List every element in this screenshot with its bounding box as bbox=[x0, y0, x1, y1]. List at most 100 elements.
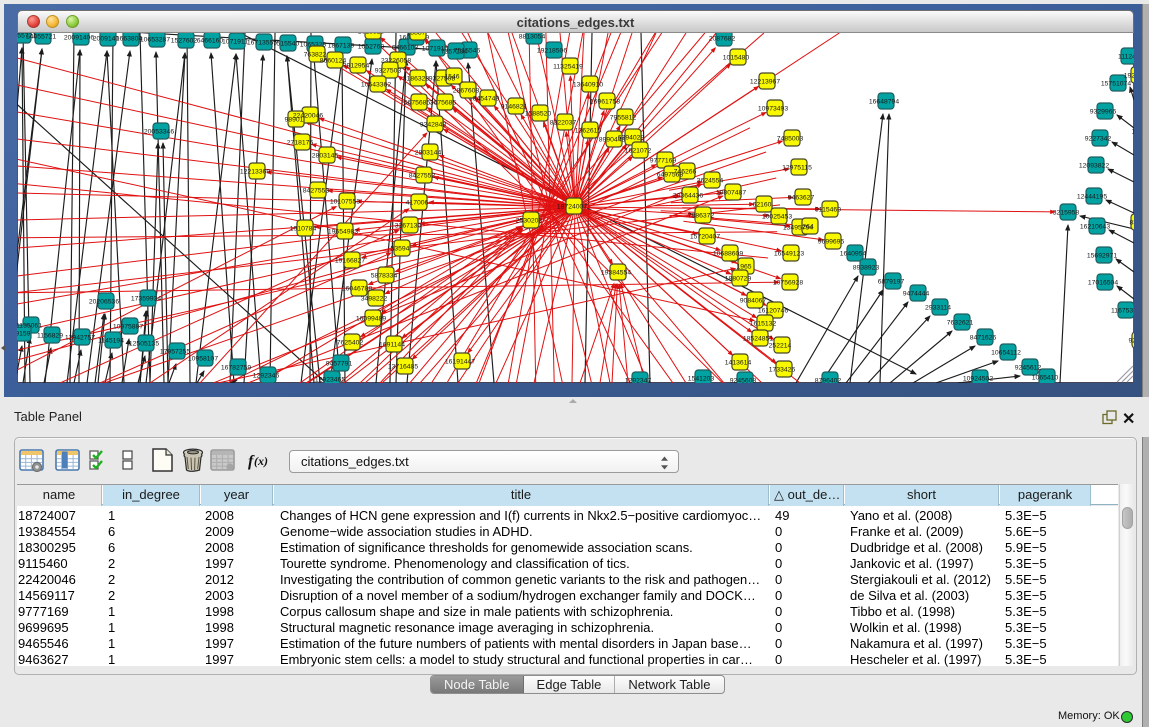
svg-text:1663804: 1663804 bbox=[116, 36, 143, 43]
svg-text:2933114: 2933114 bbox=[925, 305, 951, 312]
svg-text:15887: 15887 bbox=[407, 33, 426, 37]
svg-text:9699695: 9699695 bbox=[818, 239, 845, 246]
svg-text:12923465: 12923465 bbox=[315, 377, 345, 384]
svg-text:12444195: 12444195 bbox=[1077, 194, 1107, 201]
svg-text:1541203: 1541203 bbox=[688, 376, 715, 383]
svg-text:8427553: 8427553 bbox=[303, 188, 330, 195]
svg-text:12213369: 12213369 bbox=[240, 169, 270, 176]
svg-text:3624554: 3624554 bbox=[697, 178, 724, 185]
svg-text:1910784: 1910784 bbox=[290, 226, 317, 233]
svg-text:12942757: 12942757 bbox=[65, 335, 95, 342]
svg-text:417006: 417006 bbox=[406, 200, 429, 207]
svg-text:5675685: 5675685 bbox=[404, 100, 431, 107]
svg-text:9146821: 9146821 bbox=[501, 104, 528, 111]
svg-text:1867139: 1867139 bbox=[328, 43, 355, 50]
svg-text:1880729: 1880729 bbox=[725, 276, 752, 283]
svg-text:8186328: 8186328 bbox=[403, 76, 430, 83]
svg-text:1135061: 1135061 bbox=[17, 323, 42, 330]
svg-text:10025453: 10025453 bbox=[762, 214, 792, 221]
svg-text:3675685: 3675685 bbox=[430, 100, 457, 107]
svg-text:7955812: 7955812 bbox=[610, 115, 637, 122]
svg-text:2530203: 2530203 bbox=[516, 218, 543, 225]
svg-text:2718176: 2718176 bbox=[287, 140, 314, 147]
svg-text:10688609: 10688609 bbox=[713, 251, 743, 258]
svg-text:9327503: 9327503 bbox=[375, 68, 402, 75]
svg-text:7986372: 7986372 bbox=[688, 213, 715, 220]
svg-text:1527602: 1527602 bbox=[171, 38, 198, 45]
svg-text:3267130: 3267130 bbox=[395, 223, 422, 230]
svg-text:12975115: 12975115 bbox=[782, 165, 812, 172]
svg-text:8813054: 8813054 bbox=[519, 34, 546, 41]
svg-text:8454749: 8454749 bbox=[473, 96, 500, 103]
svg-text:6466103: 6466103 bbox=[392, 45, 419, 52]
svg-text:15751074: 15751074 bbox=[1101, 81, 1131, 88]
svg-text:9084067: 9084067 bbox=[740, 298, 767, 305]
svg-text:98901: 98901 bbox=[285, 117, 304, 124]
svg-text:10924502: 10924502 bbox=[963, 376, 993, 383]
svg-text:9115460: 9115460 bbox=[815, 207, 841, 214]
svg-text:12213967: 12213967 bbox=[750, 79, 780, 86]
svg-text:7357234: 7357234 bbox=[441, 49, 468, 56]
svg-text:1065410: 1065410 bbox=[1032, 375, 1059, 382]
svg-text:9329966: 9329966 bbox=[1090, 109, 1117, 116]
svg-text:16210643: 16210643 bbox=[1080, 224, 1110, 231]
svg-text:17957255: 17957255 bbox=[160, 349, 190, 356]
svg-text:6879197: 6879197 bbox=[878, 279, 905, 286]
svg-text:1156829: 1156829 bbox=[37, 333, 63, 340]
svg-text:(x): (x) bbox=[254, 454, 268, 468]
svg-text:15692971: 15692971 bbox=[1087, 253, 1117, 260]
svg-text:10107553: 10107553 bbox=[330, 199, 360, 206]
svg-text:8427552: 8427552 bbox=[409, 173, 436, 180]
svg-text:264: 264 bbox=[802, 224, 814, 231]
svg-text:10807487: 10807487 bbox=[716, 190, 746, 197]
svg-text:1640954: 1640954 bbox=[840, 251, 867, 258]
svg-text:5878334: 5878334 bbox=[371, 273, 398, 280]
svg-text:62160: 62160 bbox=[753, 202, 772, 209]
svg-text:8938923: 8938923 bbox=[853, 265, 880, 272]
svg-text:1071911: 1071911 bbox=[222, 39, 248, 46]
svg-text:8322037: 8322037 bbox=[550, 120, 577, 127]
svg-text:10543362: 10543362 bbox=[361, 82, 391, 89]
svg-text:13640910: 13640910 bbox=[573, 82, 603, 89]
svg-text:20091406: 20091406 bbox=[64, 35, 94, 42]
svg-text:1292346: 1292346 bbox=[253, 373, 280, 380]
svg-text:10756928: 10756928 bbox=[773, 280, 803, 287]
svg-text:7515540: 7515540 bbox=[273, 41, 300, 48]
svg-text:1292347: 1292347 bbox=[625, 378, 652, 384]
svg-text:1691144: 1691144 bbox=[379, 342, 405, 349]
svg-text:16782759: 16782759 bbox=[221, 365, 251, 372]
svg-text:14055721: 14055721 bbox=[26, 34, 56, 41]
svg-text:10973493: 10973493 bbox=[758, 106, 788, 113]
svg-text:12505135: 12505135 bbox=[129, 341, 159, 348]
svg-text:16549123: 16549123 bbox=[774, 251, 804, 258]
svg-text:1965: 1965 bbox=[736, 264, 751, 271]
svg-text:252214: 252214 bbox=[769, 343, 792, 350]
svg-text:1733426: 1733426 bbox=[769, 367, 796, 374]
svg-text:9457791: 9457791 bbox=[326, 361, 353, 368]
svg-text:1615132: 1615132 bbox=[750, 321, 777, 328]
svg-text:20364436: 20364436 bbox=[673, 193, 703, 200]
svg-text:1588520: 1588520 bbox=[525, 111, 552, 118]
svg-text:92450: 92450 bbox=[1129, 338, 1134, 345]
svg-text:7632621: 7632621 bbox=[947, 320, 974, 327]
svg-text:19384554: 19384554 bbox=[601, 270, 631, 277]
svg-text:13325: 13325 bbox=[1132, 129, 1134, 136]
svg-text:16099489: 16099489 bbox=[356, 316, 386, 323]
svg-text:16046788: 16046788 bbox=[342, 286, 372, 293]
svg-text:3215958: 3215958 bbox=[1053, 210, 1080, 217]
svg-text:1621072: 1621072 bbox=[625, 148, 652, 155]
svg-text:1015328: 1015328 bbox=[358, 33, 385, 36]
svg-text:18724007: 18724007 bbox=[557, 204, 587, 211]
svg-text:16961758: 16961758 bbox=[590, 99, 620, 106]
svg-text:11325419: 11325419 bbox=[553, 64, 583, 71]
svg-text:6466160: 6466160 bbox=[197, 38, 224, 45]
svg-text:10654112: 10654112 bbox=[991, 350, 1021, 357]
svg-text:6794028: 6794028 bbox=[618, 135, 645, 142]
svg-text:1546: 1546 bbox=[444, 74, 459, 81]
svg-text:53594: 53594 bbox=[391, 246, 410, 253]
svg-text:8322: 8322 bbox=[1129, 220, 1134, 227]
svg-text:1413614: 1413614 bbox=[725, 360, 752, 367]
svg-text:17359934: 17359934 bbox=[131, 296, 161, 303]
svg-text:10975887: 10975887 bbox=[113, 324, 143, 331]
svg-text:1015480: 1015480 bbox=[723, 55, 750, 62]
